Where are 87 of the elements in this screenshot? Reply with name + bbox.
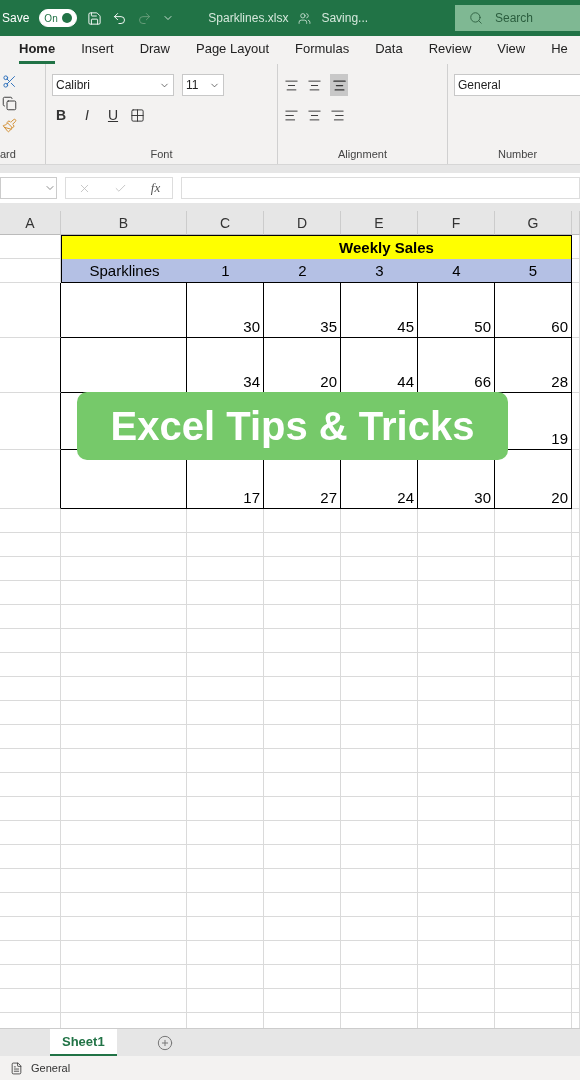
align-top-icon[interactable] — [284, 77, 299, 93]
borders-icon[interactable] — [130, 107, 145, 123]
cut-icon[interactable] — [2, 73, 17, 89]
table-cell: 28 — [495, 338, 572, 393]
table-cell — [0, 653, 61, 677]
column-header[interactable]: G — [495, 211, 572, 235]
sheet-title: Weekly Sales — [61, 235, 572, 259]
table-cell — [0, 965, 61, 989]
table-cell — [0, 450, 61, 509]
table-cell: 35 — [264, 283, 341, 338]
table-cell: 50 — [418, 283, 495, 338]
number-format-field[interactable]: General — [454, 74, 580, 96]
column-header[interactable]: D — [264, 211, 341, 235]
header-cell: 2 — [264, 259, 341, 283]
table-cell: 60 — [495, 283, 572, 338]
table-cell — [0, 533, 61, 557]
sheet-tab[interactable]: Sheet1 — [50, 1029, 117, 1056]
header-cell: 3 — [341, 259, 418, 283]
ribbon-tab[interactable]: Draw — [139, 41, 170, 64]
column-header[interactable]: A — [0, 211, 61, 235]
align-left-icon[interactable] — [284, 107, 299, 123]
column-header[interactable]: E — [341, 211, 418, 235]
table-cell — [0, 821, 61, 845]
header-cell: Sparklines — [61, 259, 187, 283]
font-size-field[interactable]: 11 — [182, 74, 224, 96]
header-cell: 1 — [187, 259, 264, 283]
table-cell — [0, 338, 61, 393]
autosave-toggle[interactable]: On — [39, 9, 78, 27]
table-cell — [0, 749, 61, 773]
group-label: Font — [149, 148, 174, 160]
status-text: General — [31, 1062, 71, 1074]
ribbon-tab[interactable]: Page Layout — [196, 41, 269, 64]
table-cell — [0, 917, 61, 941]
table-cell — [0, 701, 61, 725]
table-cell — [0, 893, 61, 917]
font-name-field[interactable]: Calibri — [52, 74, 174, 96]
column-header[interactable]: F — [418, 211, 495, 235]
file-name: Sparklines.xlsx — [208, 11, 289, 25]
add-sheet-icon[interactable] — [156, 1034, 173, 1051]
undo-icon[interactable] — [112, 10, 128, 26]
header-cell: 4 — [418, 259, 495, 283]
caption-banner: Excel Tips & Tricks — [77, 392, 508, 460]
table-cell — [0, 845, 61, 869]
table-cell — [0, 283, 61, 338]
table-cell — [0, 989, 61, 1013]
align-bottom-button[interactable] — [330, 74, 348, 96]
ribbon-tab[interactable]: He — [551, 41, 568, 64]
group-label: Number — [496, 148, 539, 160]
ribbon-tab[interactable]: Review — [428, 41, 472, 64]
bold-button[interactable]: B — [52, 104, 70, 126]
table-cell — [0, 797, 61, 821]
table-cell — [0, 605, 61, 629]
formula-field[interactable] — [181, 177, 580, 199]
ribbon-tab[interactable]: Formulas — [295, 41, 350, 64]
ribbon-tab[interactable]: Data — [375, 41, 403, 64]
copy-icon[interactable] — [2, 95, 17, 111]
people-icon[interactable] — [298, 11, 312, 25]
group-label: ard — [0, 148, 17, 160]
table-cell — [0, 869, 61, 893]
format-painter-icon[interactable] — [2, 117, 17, 133]
table-cell — [0, 629, 61, 653]
group-label: Alignment — [337, 148, 388, 160]
align-middle-icon[interactable] — [307, 77, 322, 93]
header-cell: 5 — [495, 259, 572, 283]
align-center-icon[interactable] — [307, 107, 322, 123]
column-header[interactable]: B — [61, 211, 187, 235]
search-icon — [469, 11, 483, 25]
ribbon-tab[interactable]: View — [497, 41, 526, 64]
table-cell: 45 — [341, 283, 418, 338]
autosave-label: Save — [2, 11, 30, 25]
document-icon — [10, 1061, 23, 1075]
table-cell — [0, 725, 61, 749]
column-header[interactable]: C — [187, 211, 264, 235]
align-right-icon[interactable] — [330, 107, 345, 123]
table-cell — [0, 677, 61, 701]
table-cell — [0, 509, 61, 533]
underline-button[interactable]: U — [104, 104, 122, 126]
ribbon-tab[interactable]: Insert — [81, 41, 114, 64]
table-cell — [0, 557, 61, 581]
table-cell: 30 — [187, 283, 264, 338]
table-cell — [0, 581, 61, 605]
italic-button[interactable]: I — [78, 104, 96, 126]
table-cell — [0, 773, 61, 797]
save-status: Saving... — [321, 11, 369, 25]
save-icon[interactable] — [87, 10, 103, 26]
table-cell — [0, 941, 61, 965]
function-label[interactable]: fx — [150, 180, 161, 196]
